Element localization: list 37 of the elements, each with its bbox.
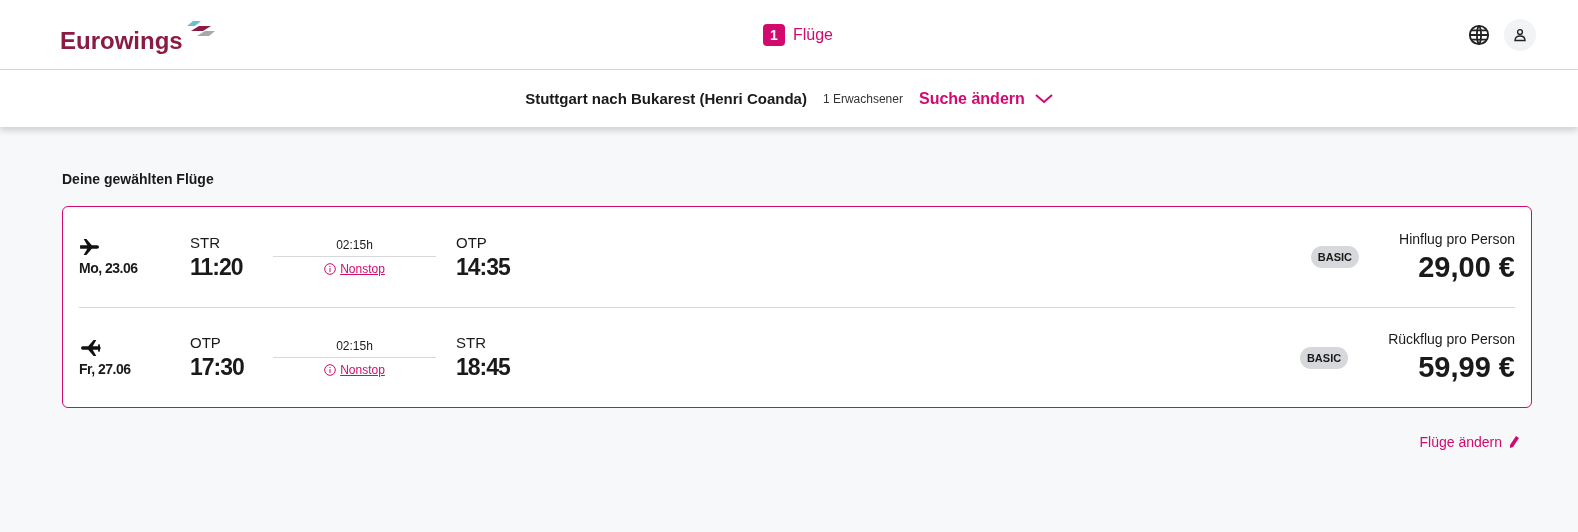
airplane-icon: [79, 338, 101, 357]
route-text: Stuttgart nach Bukarest (Henri Coanda): [525, 90, 807, 107]
passenger-count: 1 Erwachsener: [822, 91, 903, 106]
nonstop-link[interactable]: Nonstop: [324, 362, 385, 377]
flight-duration: 02:15h: [273, 338, 436, 358]
airport-code: OTP: [456, 233, 488, 251]
flight-date: Fr, 27.06: [79, 360, 132, 377]
globe-icon[interactable]: [1468, 23, 1490, 46]
info-icon: [324, 363, 337, 376]
step-label: Flüge: [793, 25, 833, 44]
nonstop-link[interactable]: Nonstop: [324, 262, 385, 276]
flight-duration: 02:15h: [273, 238, 436, 257]
pencil-icon: [1508, 435, 1520, 449]
price-label: Hinflug pro Person: [1399, 230, 1515, 247]
logo-text: Eurowings: [60, 26, 183, 55]
change-search-button[interactable]: Suche ändern: [918, 89, 1053, 108]
arrival-time: 14:35: [456, 253, 511, 281]
price: 59,99 €: [1418, 351, 1515, 384]
info-icon: [324, 263, 337, 275]
person-icon: [1513, 27, 1527, 42]
chevron-down-icon: [1034, 93, 1053, 104]
airport-code: STR: [456, 334, 487, 351]
fare-badge: BASIC: [1310, 246, 1360, 268]
step-number: 1: [763, 23, 785, 46]
account-button[interactable]: [1504, 18, 1536, 51]
airport-code: OTP: [190, 334, 222, 351]
departure-time: 17:30: [190, 354, 245, 381]
price-label: Rückflug pro Person: [1388, 331, 1515, 347]
departure-time: 11:20: [190, 253, 244, 281]
arrival-time: 18:45: [456, 354, 511, 381]
change-flights-link[interactable]: Flüge ändern: [1419, 434, 1520, 450]
airplane-icon: [79, 238, 101, 256]
price: 29,00 €: [1418, 250, 1515, 284]
section-title: Deine gewählten Flüge: [62, 171, 215, 187]
airport-code: STR: [190, 233, 221, 251]
fare-badge: BASIC: [1299, 346, 1349, 369]
flight-date: Mo, 23.06: [79, 260, 139, 276]
